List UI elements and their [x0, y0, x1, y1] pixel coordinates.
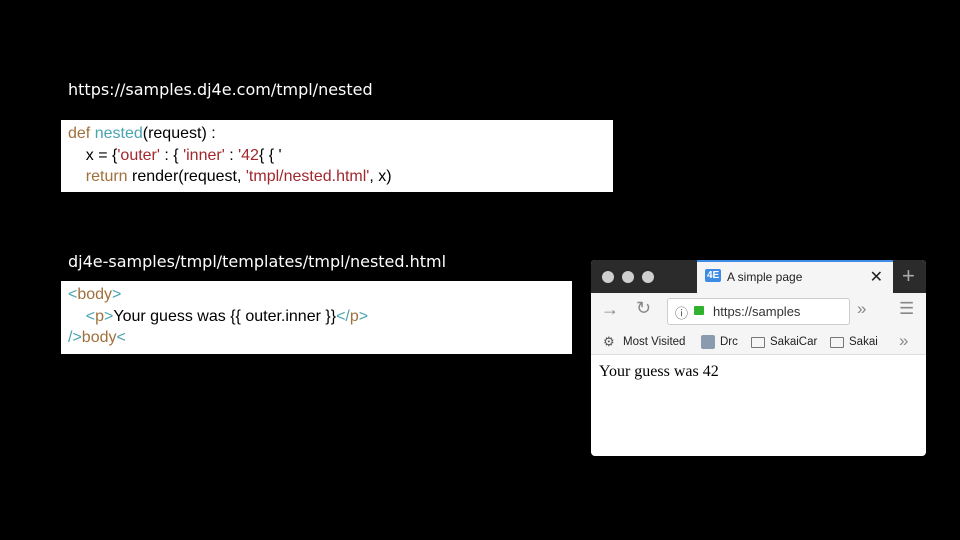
avatar-icon	[701, 335, 715, 349]
bookmarks-bar: ⚙ Most Visited Drc SakaiCar Sakai »	[591, 330, 926, 355]
bookmark-drc[interactable]: Drc	[720, 336, 738, 348]
code-line: return render(request, 'tmpl/nested.html…	[68, 166, 606, 188]
code-text: { { '	[258, 146, 282, 164]
bookmark-sakai[interactable]: Sakai	[849, 336, 878, 348]
bracket: >	[112, 286, 122, 303]
view-url-label: https://samples.dj4e.com/tmpl/nested	[68, 80, 373, 99]
code-text: render(request,	[127, 168, 246, 185]
lock-icon	[694, 306, 704, 315]
string: '42	[238, 146, 259, 164]
bracket: <	[85, 307, 96, 325]
folder-icon	[830, 337, 844, 348]
menu-icon[interactable]: ☰	[899, 299, 914, 319]
maximize-window-button[interactable]	[642, 271, 654, 283]
code-text: Your guess was {{ outer.inner }}	[113, 307, 337, 325]
code-text: (request) :	[142, 125, 216, 142]
reload-icon[interactable]: ↻	[636, 298, 651, 319]
minimize-window-button[interactable]	[622, 271, 634, 283]
code-line: />body<	[68, 327, 565, 349]
close-tab-icon[interactable]: ✕	[870, 267, 883, 287]
template-path-label: dj4e-samples/tmpl/templates/tmpl/nested.…	[68, 252, 447, 271]
bracket: >	[358, 307, 369, 325]
new-tab-icon[interactable]: +	[902, 263, 915, 289]
code-text: :	[224, 146, 239, 164]
code-text: x = {	[85, 146, 118, 164]
tag-name: body	[81, 329, 117, 346]
code-text: : {	[159, 146, 184, 164]
bookmark-most-visited[interactable]: Most Visited	[623, 336, 685, 348]
gear-icon: ⚙	[603, 334, 615, 349]
keyword: return	[85, 168, 128, 185]
tab-title: A simple page	[727, 270, 803, 284]
bracket: >	[104, 307, 114, 325]
nav-toolbar: → ↻ ⓘ https://samples » ☰	[591, 293, 926, 330]
string: 'outer'	[117, 146, 160, 164]
address-bar[interactable]: ⓘ https://samples	[667, 298, 850, 325]
browser-window: 4E A simple page ✕ + → ↻ ⓘ https://sampl…	[591, 260, 926, 456]
template-code-block: <body> <p>Your guess was {{ outer.inner …	[61, 281, 572, 354]
bracket: <	[68, 286, 78, 303]
forward-icon[interactable]: →	[601, 299, 619, 320]
page-content: Your guess was 42	[599, 363, 719, 380]
code-text: , x)	[369, 168, 392, 185]
close-window-button[interactable]	[602, 271, 614, 283]
tag-name: p	[349, 307, 359, 325]
tab-a-simple-page[interactable]: 4E A simple page ✕	[697, 260, 893, 293]
info-icon[interactable]: ⓘ	[675, 303, 688, 322]
code-line: x = {'outer' : { 'inner' : '42{ { '	[68, 145, 606, 167]
overflow-chevron-icon[interactable]: »	[857, 299, 866, 319]
tab-bar: 4E A simple page ✕ +	[591, 260, 926, 293]
code-line: def nested(request) :	[68, 123, 606, 145]
bracket: <	[116, 329, 126, 346]
bracket: />	[68, 329, 82, 346]
favicon-icon: 4E	[705, 269, 722, 282]
function-name: nested	[94, 125, 143, 142]
string: 'tmpl/nested.html'	[245, 168, 370, 185]
folder-icon	[751, 337, 765, 348]
bookmark-sakaicar[interactable]: SakaiCar	[770, 336, 817, 348]
keyword: def	[68, 125, 91, 142]
string: 'inner'	[183, 146, 225, 164]
code-line: <body>	[68, 284, 565, 306]
url-text: https://samples	[713, 304, 801, 319]
code-line: <p>Your guess was {{ outer.inner }}</p>	[68, 306, 565, 328]
more-bookmarks-icon[interactable]: »	[899, 331, 908, 351]
view-code-block: def nested(request) : x = {'outer' : { '…	[61, 120, 613, 192]
tag-name: p	[95, 307, 105, 325]
tag-name: body	[77, 286, 113, 303]
bracket: </	[336, 307, 350, 325]
